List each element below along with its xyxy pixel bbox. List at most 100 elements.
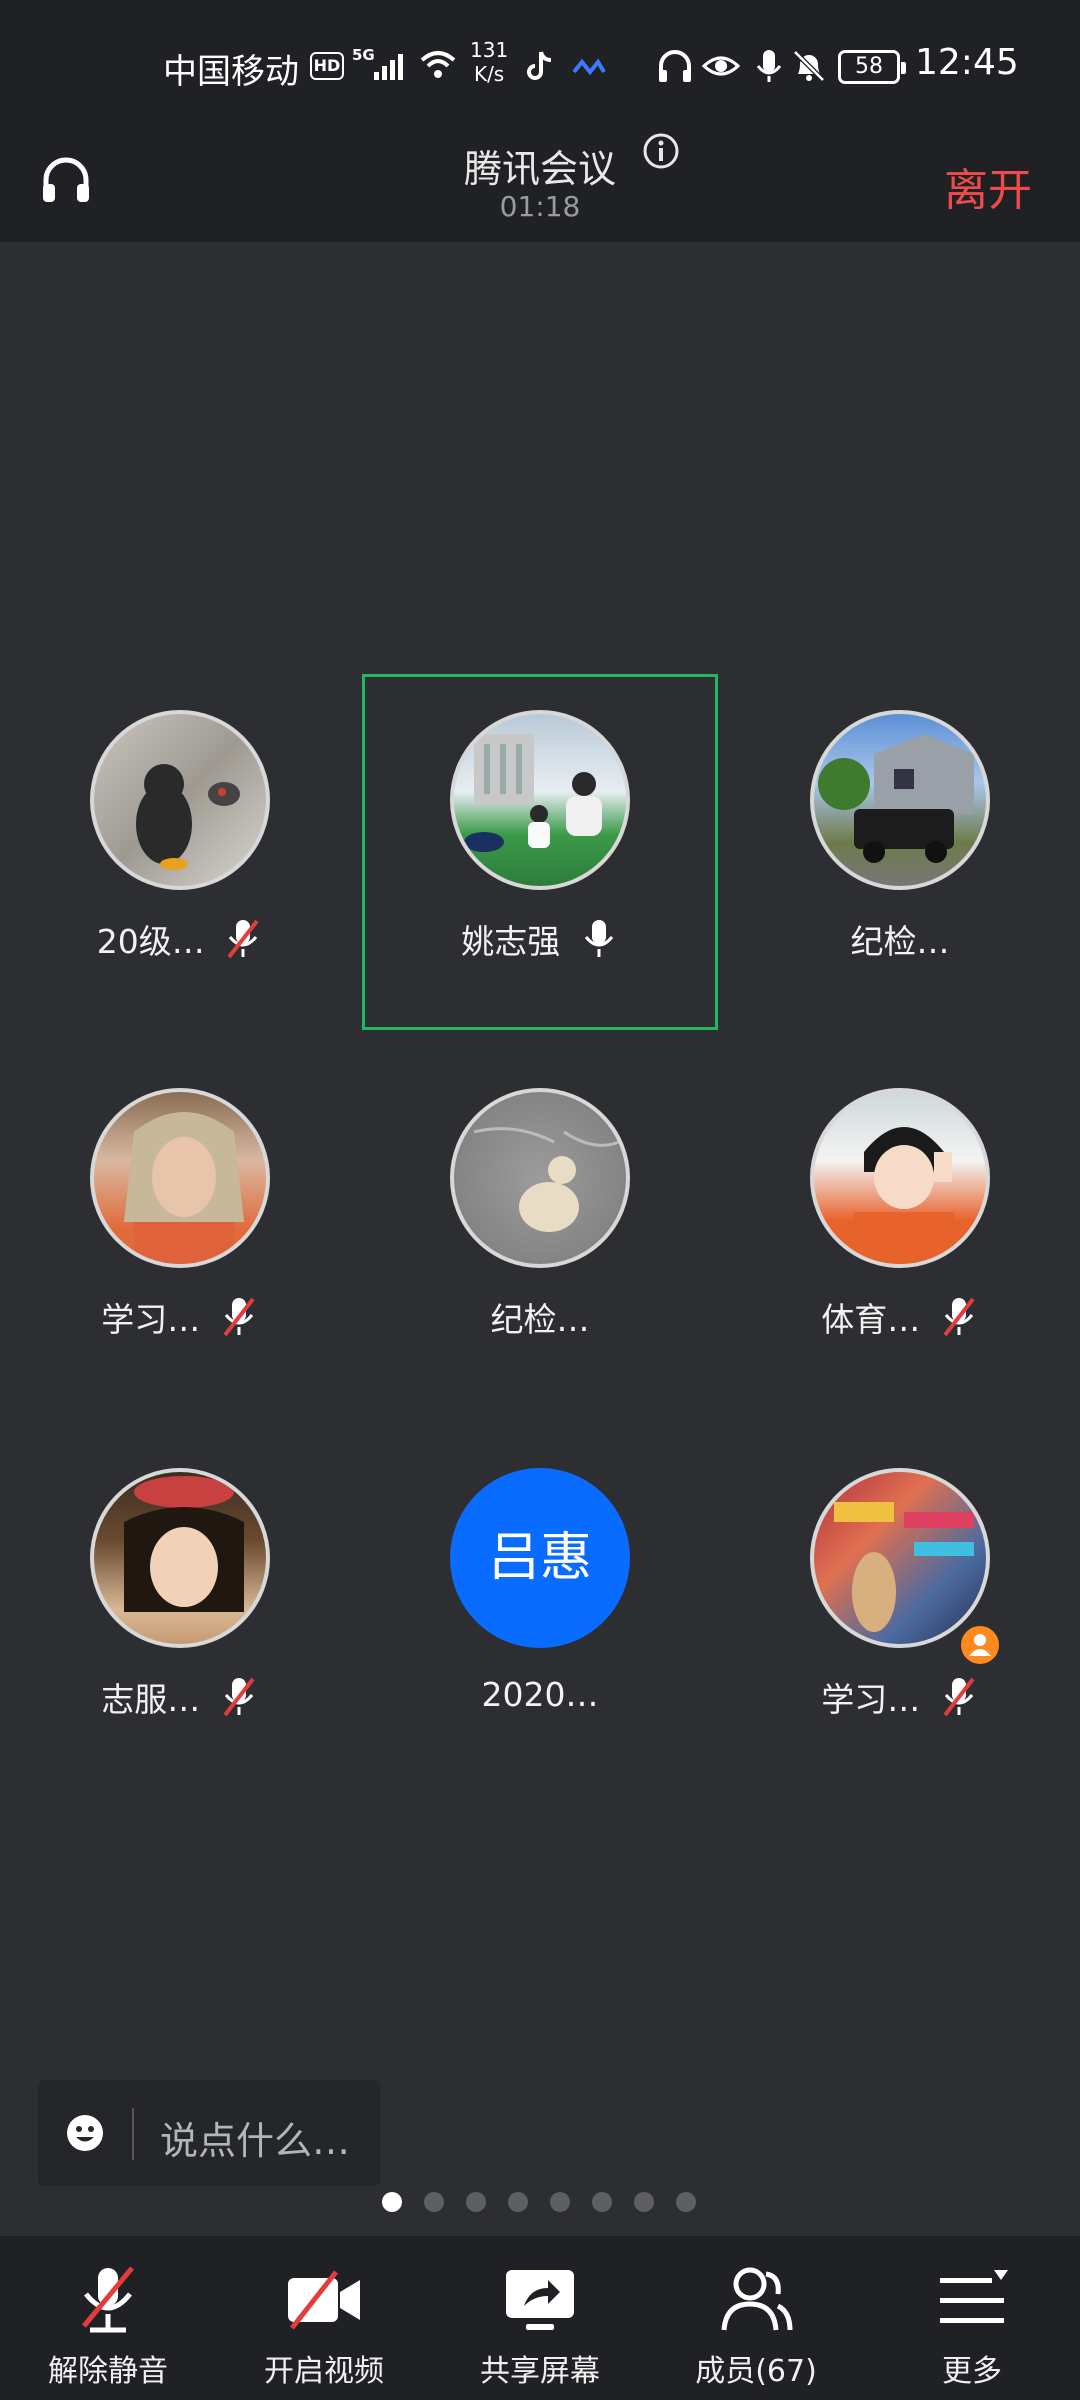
- participant-name: 学习…: [101, 1300, 201, 1339]
- members-button[interactable]: 成员(67): [648, 2236, 864, 2400]
- participant-name-row: 志服…: [0, 1673, 360, 1721]
- members-icon: [721, 2267, 793, 2331]
- chat-input[interactable]: 说点什么…: [38, 2080, 380, 2186]
- penguin-image: [136, 764, 240, 870]
- status-bar: 中国移动 HD 5G 131 K/s 58 12:45: [0, 0, 1080, 130]
- eye-icon: [702, 56, 740, 76]
- avatar: [810, 1088, 990, 1268]
- page-dot[interactable]: [424, 2192, 444, 2212]
- page-dot[interactable]: [466, 2192, 486, 2212]
- clock: 12:45: [915, 42, 1019, 83]
- battery-indicator: 58: [838, 50, 906, 84]
- page-dot[interactable]: [592, 2192, 612, 2212]
- video-off-icon: [288, 2270, 360, 2330]
- chat-placeholder[interactable]: 说点什么…: [160, 2110, 350, 2165]
- portrait-image: [124, 1112, 244, 1264]
- children-image: [464, 734, 602, 852]
- meeting-header: 腾讯会议 01:18 离开: [0, 130, 1080, 242]
- participant-name: 体育…: [821, 1300, 921, 1339]
- participant-name-row: 体育…: [720, 1293, 1080, 1341]
- more-label: 更多: [942, 2354, 1002, 2389]
- avatar-initials: 吕惠: [450, 1468, 630, 1648]
- participant-tile[interactable]: 志服…: [0, 1468, 360, 1808]
- mic-muted-icon: [223, 1297, 255, 1337]
- info-icon[interactable]: [642, 132, 680, 170]
- participant-name: 学习…: [821, 1680, 921, 1719]
- participant-tile[interactable]: 吕惠 2020…: [360, 1468, 720, 1808]
- participant-name-row: 学习…: [720, 1673, 1080, 1721]
- carrier-name: 中国移动: [163, 52, 299, 92]
- unmute-label: 解除静音: [48, 2354, 168, 2389]
- duck-image: [473, 1127, 620, 1232]
- signal-icon: [374, 54, 403, 80]
- participant-tile[interactable]: 纪检…: [720, 710, 1080, 1050]
- avatar: [90, 1468, 270, 1648]
- leave-button[interactable]: 离开: [944, 154, 1032, 218]
- wifi-icon: [420, 51, 456, 78]
- share-screen-label: 共享屏幕: [480, 2354, 600, 2389]
- start-video-button[interactable]: 开启视频: [216, 2236, 432, 2400]
- emoji-icon[interactable]: [64, 2112, 106, 2154]
- avatar: [810, 710, 990, 890]
- avatar: [450, 710, 630, 890]
- participant-name: 2020…: [481, 1675, 599, 1714]
- meeting-timer: 01:18: [499, 190, 581, 223]
- members-label: 成员(67): [695, 2354, 817, 2389]
- meeting-toolbar: 解除静音 开启视频 共享屏幕 成员(67) 更多: [0, 2236, 1080, 2400]
- page-dot[interactable]: [634, 2192, 654, 2212]
- page-dot[interactable]: [382, 2192, 402, 2212]
- page-dot[interactable]: [550, 2192, 570, 2212]
- participant-tile[interactable]: 学习…: [720, 1468, 1080, 1808]
- car-image: [818, 734, 974, 863]
- page-dot[interactable]: [508, 2192, 528, 2212]
- avatar: [810, 1468, 990, 1648]
- speed-unit: K/s: [473, 62, 505, 86]
- mic-muted-icon: [82, 2266, 134, 2333]
- meeting-title-row[interactable]: 腾讯会议: [0, 130, 1080, 191]
- anime-character-image: [854, 1127, 954, 1264]
- festival-image: [834, 1502, 974, 1632]
- avatar: [450, 1088, 630, 1268]
- participant-name-row: 纪检…: [720, 915, 1080, 963]
- participant-name: 志服…: [101, 1680, 201, 1719]
- bell-muted-icon: [793, 50, 825, 82]
- participant-tile[interactable]: 学习…: [0, 1088, 360, 1428]
- speed-value: 131: [470, 38, 509, 62]
- more-button[interactable]: 更多: [864, 2236, 1080, 2400]
- mic-muted-icon: [943, 1677, 975, 1717]
- meeting-title[interactable]: 腾讯会议: [464, 138, 616, 193]
- participant-tile[interactable]: 姚志强: [360, 710, 720, 1050]
- hd-badge: HD: [310, 52, 344, 80]
- tencent-meeting-icon: [572, 58, 606, 76]
- menu-icon: [940, 2270, 1008, 2323]
- avatar: [90, 1088, 270, 1268]
- unmute-button[interactable]: 解除静音: [0, 2236, 216, 2400]
- mic-muted-icon: [227, 919, 259, 959]
- participant-tile[interactable]: 纪检…: [360, 1088, 720, 1428]
- person-icon: [969, 1634, 991, 1656]
- participant-name-row: 20级…: [0, 915, 360, 963]
- participant-name: 20级…: [96, 922, 205, 961]
- participant-tile[interactable]: 体育…: [720, 1088, 1080, 1428]
- mic-status-icon: [756, 50, 782, 82]
- page-dot[interactable]: [676, 2192, 696, 2212]
- participant-name-row: 纪检…: [360, 1293, 720, 1341]
- share-screen-button[interactable]: 共享屏幕: [432, 2236, 648, 2400]
- mic-active-icon: [584, 920, 613, 957]
- host-badge-icon: [958, 1623, 1002, 1667]
- participant-name: 纪检…: [850, 922, 950, 961]
- avatar: [90, 710, 270, 890]
- participant-name-row: 姚志强: [360, 915, 720, 963]
- headphone-status-icon: [659, 50, 691, 82]
- network-speed: 131 K/s: [470, 38, 508, 86]
- mic-muted-icon: [223, 1677, 255, 1717]
- girl-portrait-image: [124, 1476, 244, 1612]
- start-video-label: 开启视频: [264, 2354, 384, 2389]
- participant-name-row: 2020…: [360, 1673, 720, 1714]
- participant-tile[interactable]: 20级…: [0, 710, 360, 1050]
- share-screen-icon: [506, 2270, 574, 2330]
- participant-name: 纪检…: [490, 1300, 590, 1339]
- divider: [132, 2108, 134, 2160]
- mic-muted-icon: [943, 1297, 975, 1337]
- participant-name-row: 学习…: [0, 1293, 360, 1341]
